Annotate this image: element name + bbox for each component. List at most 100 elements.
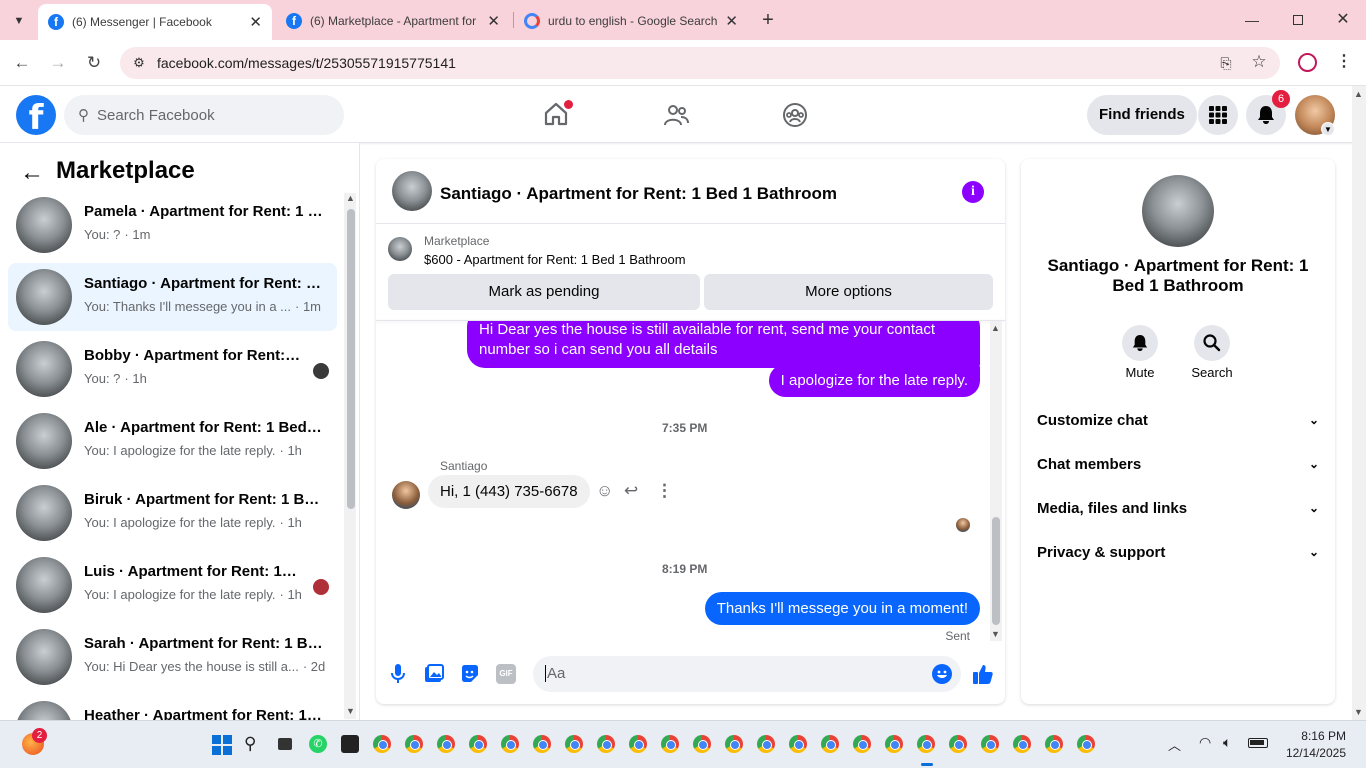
- more-actions-icon[interactable]: ⋮: [656, 481, 673, 501]
- list-item[interactable]: Sarah · Apartment for Rent: 1 Bed 1 Bath…: [8, 623, 337, 691]
- sticker-icon[interactable]: [460, 664, 480, 684]
- home-icon[interactable]: [542, 100, 573, 128]
- microphone-icon[interactable]: [390, 663, 406, 685]
- list-item[interactable]: Pamela · Apartment for Rent: 1 Bed 1 Bat…: [8, 191, 337, 259]
- volume-icon[interactable]: 🔈︎: [1223, 734, 1231, 751]
- scroll-down-icon[interactable]: ▼: [991, 629, 1000, 639]
- more-options-button[interactable]: More options: [704, 274, 993, 310]
- wifi-icon[interactable]: ◠: [1199, 734, 1211, 751]
- conversation-scrollbar[interactable]: [344, 193, 356, 719]
- message-scrollbar[interactable]: [990, 321, 1002, 641]
- gif-icon[interactable]: GIF: [496, 664, 516, 684]
- chrome-icon[interactable]: [725, 735, 743, 753]
- back-arrow-icon[interactable]: ←: [20, 159, 44, 187]
- received-message[interactable]: Hi, 1 (443) 735-6678: [428, 475, 590, 508]
- customize-chat-section[interactable]: Customize chat ⌄: [1037, 404, 1319, 436]
- listing-thumbnail[interactable]: [1142, 175, 1214, 247]
- url-text[interactable]: facebook.com/messages/t/2530557191577514…: [157, 55, 456, 71]
- account-chevron-down-icon[interactable]: ▼: [1321, 122, 1335, 136]
- chrome-icon[interactable]: [469, 735, 487, 753]
- task-view-icon[interactable]: [278, 738, 292, 750]
- list-item[interactable]: Bobby · Apartment for Rent: 1 Bed 1 Bath…: [8, 335, 337, 403]
- scroll-down-icon[interactable]: ▼: [1354, 707, 1363, 717]
- thumbs-up-icon[interactable]: [972, 663, 994, 685]
- scrollbar-thumb[interactable]: [992, 517, 1000, 625]
- windows-start-icon[interactable]: [212, 735, 232, 755]
- message-input[interactable]: Aa: [533, 656, 961, 692]
- list-item-selected[interactable]: Santiago · Apartment for Rent: 1 Bed 1 B…: [8, 263, 337, 331]
- chrome-icon[interactable]: [501, 735, 519, 753]
- emoji-icon[interactable]: [932, 664, 952, 684]
- chrome-icon[interactable]: [1045, 735, 1063, 753]
- facebook-logo-icon[interactable]: f: [16, 95, 56, 138]
- scroll-up-icon[interactable]: ▲: [346, 193, 355, 203]
- menu-grid-icon[interactable]: [1198, 95, 1238, 135]
- groups-icon[interactable]: [781, 101, 809, 129]
- list-item[interactable]: Ale · Apartment for Rent: 1 Bed 1 Bathro…: [8, 407, 337, 475]
- tab-messenger[interactable]: f (6) Messenger | Facebook ✕: [38, 4, 272, 40]
- chrome-icon[interactable]: [757, 735, 775, 753]
- chrome-icon[interactable]: [981, 735, 999, 753]
- taskbar-search-icon[interactable]: ⚲: [244, 734, 256, 754]
- chrome-icon[interactable]: [821, 735, 839, 753]
- whatsapp-icon[interactable]: ✆: [309, 735, 327, 753]
- scrollbar-thumb[interactable]: [347, 209, 355, 509]
- reload-icon[interactable]: ↻: [81, 50, 107, 76]
- chrome-icon[interactable]: [373, 735, 391, 753]
- chrome-icon[interactable]: [565, 735, 583, 753]
- close-icon[interactable]: ✕: [725, 12, 738, 30]
- close-icon[interactable]: ✕: [487, 12, 500, 30]
- chat-avatar[interactable]: [392, 171, 432, 211]
- media-files-links-section[interactable]: Media, files and links ⌄: [1037, 492, 1319, 524]
- minimize-icon[interactable]: —: [1240, 8, 1264, 32]
- clock-time[interactable]: 8:16 PM: [1290, 729, 1346, 743]
- sender-avatar[interactable]: [392, 481, 420, 509]
- friends-icon[interactable]: [662, 101, 690, 129]
- chrome-icon[interactable]: [693, 735, 711, 753]
- list-item[interactable]: Luis · Apartment for Rent: 1 Bed 1 Bathr…: [8, 551, 337, 619]
- chrome-icon[interactable]: [789, 735, 807, 753]
- react-emoji-icon[interactable]: ☺: [596, 481, 613, 501]
- chrome-icon[interactable]: [437, 735, 455, 753]
- sent-message[interactable]: Hi Dear yes the house is still available…: [467, 321, 980, 368]
- browser-menu-icon[interactable]: ⋮: [1336, 51, 1352, 73]
- reply-icon[interactable]: ↩: [624, 481, 638, 501]
- find-friends-button[interactable]: Find friends: [1087, 95, 1197, 135]
- site-info-icon[interactable]: ⚙: [129, 53, 149, 73]
- install-app-icon[interactable]: ⎘: [1216, 53, 1236, 73]
- sent-message[interactable]: Thanks I'll messege you in a moment!: [704, 592, 980, 625]
- chrome-icon[interactable]: [405, 735, 423, 753]
- scroll-down-icon[interactable]: ▼: [346, 706, 355, 716]
- window-close-icon[interactable]: ✕: [1331, 8, 1355, 32]
- list-item[interactable]: Biruk · Apartment for Rent: 1 Bed 1 Bath…: [8, 479, 337, 547]
- chrome-icon[interactable]: [533, 735, 551, 753]
- info-icon[interactable]: i: [962, 181, 984, 203]
- sent-message[interactable]: I apologize for the late reply.: [768, 364, 980, 397]
- privacy-support-section[interactable]: Privacy & support ⌄: [1037, 536, 1319, 568]
- forward-arrow-icon[interactable]: →: [45, 50, 71, 76]
- back-arrow-icon[interactable]: ←: [9, 50, 35, 76]
- chrome-icon[interactable]: [853, 735, 871, 753]
- chrome-icon[interactable]: [885, 735, 903, 753]
- restore-icon[interactable]: [1286, 8, 1310, 32]
- scroll-up-icon[interactable]: ▲: [991, 323, 1000, 333]
- battery-icon[interactable]: [1248, 738, 1268, 748]
- listing-title[interactable]: $600 - Apartment for Rent: 1 Bed 1 Bathr…: [424, 252, 686, 267]
- tab-google-search[interactable]: urdu to english - Google Search ✕: [514, 6, 748, 36]
- search-in-conversation-button[interactable]: [1194, 325, 1230, 361]
- profile-icon[interactable]: [1298, 53, 1317, 72]
- search-input[interactable]: ⚲ Search Facebook: [64, 95, 344, 135]
- chat-title[interactable]: Santiago · Apartment for Rent: 1 Bed 1 B…: [440, 184, 837, 204]
- tab-marketplace[interactable]: f (6) Marketplace - Apartment for Rent ✕: [276, 6, 510, 36]
- mark-pending-button[interactable]: Mark as pending: [388, 274, 700, 310]
- chrome-icon[interactable]: [1077, 735, 1095, 753]
- chrome-icon[interactable]: [597, 735, 615, 753]
- chrome-icon[interactable]: [917, 735, 935, 753]
- photo-icon[interactable]: [424, 664, 444, 684]
- chat-members-section[interactable]: Chat members ⌄: [1037, 448, 1319, 480]
- scroll-up-icon[interactable]: ▲: [1354, 89, 1363, 99]
- new-tab-plus-icon[interactable]: +: [756, 8, 780, 32]
- chrome-icon[interactable]: [629, 735, 647, 753]
- chrome-icon[interactable]: [1013, 735, 1031, 753]
- page-scrollbar[interactable]: [1352, 86, 1366, 720]
